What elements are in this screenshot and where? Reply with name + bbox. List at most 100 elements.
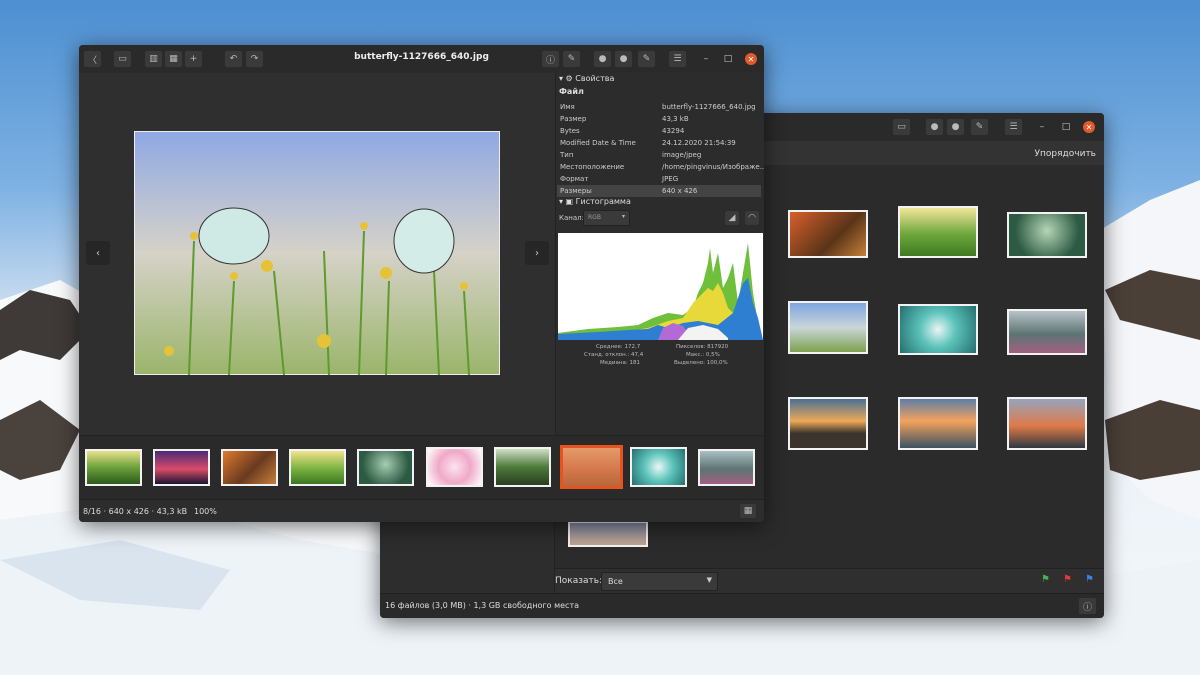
- property-row[interactable]: Размер 43,3 kB: [557, 113, 761, 125]
- histogram-chart: [558, 233, 763, 340]
- main-image: [134, 131, 500, 375]
- grid-thumb[interactable]: [1007, 397, 1087, 450]
- property-row[interactable]: Формат JPEG: [557, 173, 761, 185]
- status-dims: 640 x 426: [108, 507, 149, 516]
- red-flag-icon[interactable]: ⚑: [1063, 574, 1072, 585]
- strip-thumb[interactable]: [426, 447, 483, 487]
- log-scale-button[interactable]: ◠: [744, 210, 760, 226]
- strip-thumb[interactable]: [153, 449, 210, 486]
- property-key: Размеры: [560, 187, 592, 195]
- sort-button[interactable]: Упорядочить: [1035, 149, 1096, 159]
- stat-std: Станд. отклон.: 47,4: [584, 352, 644, 358]
- grid-thumb[interactable]: [568, 521, 648, 547]
- strip-thumb-selected[interactable]: [560, 445, 623, 489]
- grid-thumb[interactable]: [898, 304, 978, 355]
- strip-thumb[interactable]: [357, 449, 414, 486]
- property-row[interactable]: Размеры 640 x 426: [557, 185, 761, 197]
- browser-status-text: 16 файлов (3,0 MB) · 1,3 GB свободного м…: [385, 601, 580, 610]
- histogram-header-label: Гистограмма: [575, 197, 631, 206]
- tools-button[interactable]: ✎: [637, 50, 656, 68]
- show-select[interactable]: Все ▼: [601, 572, 718, 591]
- grid-thumb[interactable]: [898, 397, 978, 450]
- chevron-down-icon: ▾: [621, 213, 625, 220]
- property-key: Bytes: [560, 127, 580, 135]
- viewer-title: butterfly-1127666_640.jpg: [354, 52, 489, 62]
- property-value: 24.12.2020 21:54:39: [662, 139, 736, 147]
- viewer-statusbar: 8/16 · 640 x 426 · 43,3 kB 100% ▦: [79, 499, 764, 522]
- property-key: Имя: [560, 103, 575, 111]
- stat-median: Медиана: 181: [600, 360, 640, 366]
- close-button[interactable]: ✕: [745, 53, 757, 65]
- property-row[interactable]: Bytes 43294: [557, 125, 761, 137]
- file-section-title: Файл: [559, 87, 584, 96]
- green-flag-icon[interactable]: ⚑: [1041, 574, 1050, 585]
- minimize-button[interactable]: –: [700, 53, 712, 65]
- grid-thumb[interactable]: [788, 210, 868, 258]
- property-value: 43,3 kB: [662, 115, 689, 123]
- maximize-button[interactable]: □: [1060, 121, 1072, 133]
- chevron-down-icon: ▼: [706, 576, 712, 584]
- strip-thumb[interactable]: [85, 449, 142, 486]
- menu-button[interactable]: ☰: [668, 50, 687, 68]
- strip-thumb[interactable]: [630, 447, 687, 487]
- property-key: Формат: [560, 175, 589, 183]
- tag-button[interactable]: ●: [614, 50, 633, 68]
- previous-image-button[interactable]: ‹: [86, 241, 110, 265]
- grid-thumb[interactable]: [788, 397, 868, 450]
- stat-count: Макс.: 0,5%: [686, 352, 720, 358]
- filter-bar: Показать: Все ▼ ⚑ ⚑ ⚑: [555, 568, 1104, 593]
- comment-button[interactable]: ●: [925, 118, 944, 136]
- properties-header-label: Свойства: [575, 74, 615, 83]
- strip-thumb[interactable]: [221, 449, 278, 486]
- strip-thumb[interactable]: [698, 449, 755, 486]
- channel-select[interactable]: RGB ▾: [583, 210, 630, 226]
- comment-button[interactable]: ●: [593, 50, 612, 68]
- grid-thumb[interactable]: [788, 301, 868, 354]
- stat-mean: Среднее: 172,7: [596, 344, 641, 350]
- minimize-button[interactable]: –: [1036, 121, 1048, 133]
- status-size: 43,3 kB: [156, 507, 188, 516]
- tag-button[interactable]: ●: [946, 118, 965, 136]
- next-image-button[interactable]: ›: [525, 241, 549, 265]
- slideshow-button[interactable]: ▭: [892, 118, 911, 136]
- strip-thumb[interactable]: [494, 447, 551, 487]
- strip-thumb[interactable]: [289, 449, 346, 486]
- properties-header[interactable]: ▾ ⚙ Свойства: [559, 74, 614, 83]
- grid-thumb[interactable]: [898, 206, 978, 258]
- info-button[interactable]: ⓘ: [1078, 597, 1097, 615]
- stat-percent: Выделено: 100,0%: [674, 360, 728, 366]
- grid-view-button[interactable]: ▦: [739, 503, 757, 519]
- property-key: Тип: [560, 151, 574, 159]
- property-key: Размер: [560, 115, 587, 123]
- property-row[interactable]: Тип image/jpeg: [557, 149, 761, 161]
- blue-flag-icon[interactable]: ⚑: [1085, 574, 1094, 585]
- show-label: Показать:: [555, 576, 603, 586]
- linear-scale-button[interactable]: ◢: [724, 210, 740, 226]
- property-row[interactable]: Местоположение/home/pingvinus/Изображе..…: [557, 161, 764, 173]
- info-icon[interactable]: ⓘ: [541, 50, 560, 68]
- grid-thumb[interactable]: [1007, 309, 1087, 355]
- show-select-value: Все: [608, 577, 623, 586]
- channel-value: RGB: [588, 214, 601, 221]
- close-button[interactable]: ✕: [1083, 121, 1095, 133]
- browser-statusbar: 16 файлов (3,0 MB) · 1,3 GB свободного м…: [380, 593, 1104, 618]
- property-value: 43294: [662, 127, 685, 135]
- status-zoom: 100%: [194, 507, 217, 516]
- histogram-header[interactable]: ▾ ▣ Гистограмма: [559, 197, 631, 206]
- status-index: 8/16: [83, 507, 101, 516]
- property-row[interactable]: Имя butterfly-1127666_640.jpg: [557, 101, 761, 113]
- property-value: butterfly-1127666_640.jpg: [662, 103, 756, 111]
- property-key: Местоположение: [560, 163, 625, 171]
- property-value: 640 x 426: [662, 187, 698, 195]
- property-row[interactable]: Modified Date & Time 24.12.2020 21:54:39: [557, 137, 761, 149]
- grid-thumb[interactable]: [1007, 212, 1087, 258]
- property-key: Modified Date & Time: [560, 139, 636, 147]
- property-value: image/jpeg: [662, 151, 702, 159]
- viewer-window: 〈 ▭ ▥ ▦ + ↶ ↷ butterfly-1127666_640.jpg …: [79, 45, 764, 522]
- stat-pixels: Пикселов: 817920: [676, 344, 729, 350]
- maximize-button[interactable]: □: [722, 53, 734, 65]
- edit-icon[interactable]: ✎: [562, 50, 581, 68]
- channel-label: Канал:: [559, 214, 584, 222]
- menu-button[interactable]: ☰: [1004, 118, 1023, 136]
- tools-button[interactable]: ✎: [970, 118, 989, 136]
